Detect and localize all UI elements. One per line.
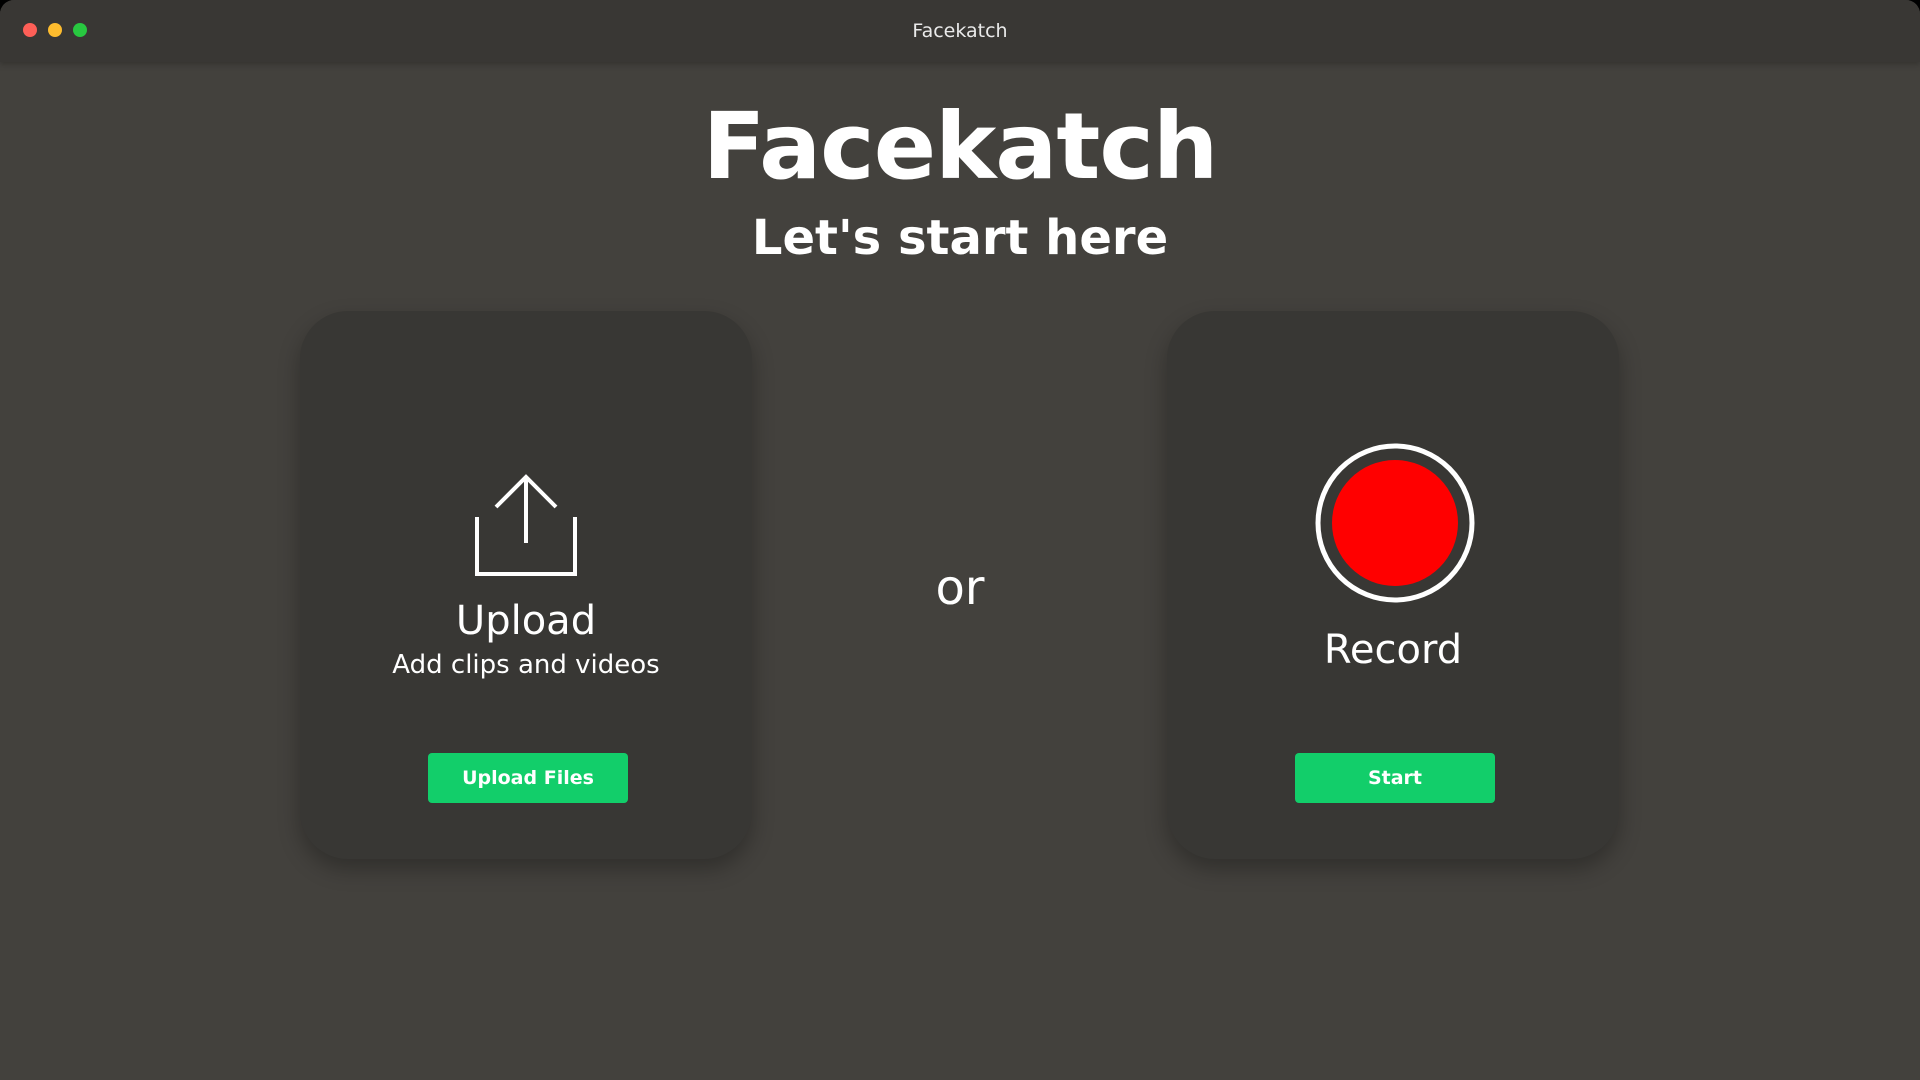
window-title: Facekatch: [912, 20, 1008, 42]
or-separator: or: [935, 560, 985, 616]
page-subtitle: Let's start here: [751, 210, 1169, 266]
upload-files-button[interactable]: Upload Files: [428, 753, 628, 803]
record-icon: [1315, 443, 1475, 603]
start-record-button[interactable]: Start: [1295, 753, 1495, 803]
title-bar[interactable]: Facekatch: [0, 0, 1920, 62]
app-window: Facekatch Facekatch Let's start here Upl…: [0, 0, 1920, 1080]
record-card: Record Start: [1167, 311, 1619, 859]
record-heading: Record: [1323, 627, 1463, 673]
page-title: Facekatch: [702, 93, 1219, 200]
upload-description: Add clips and videos: [392, 650, 660, 680]
